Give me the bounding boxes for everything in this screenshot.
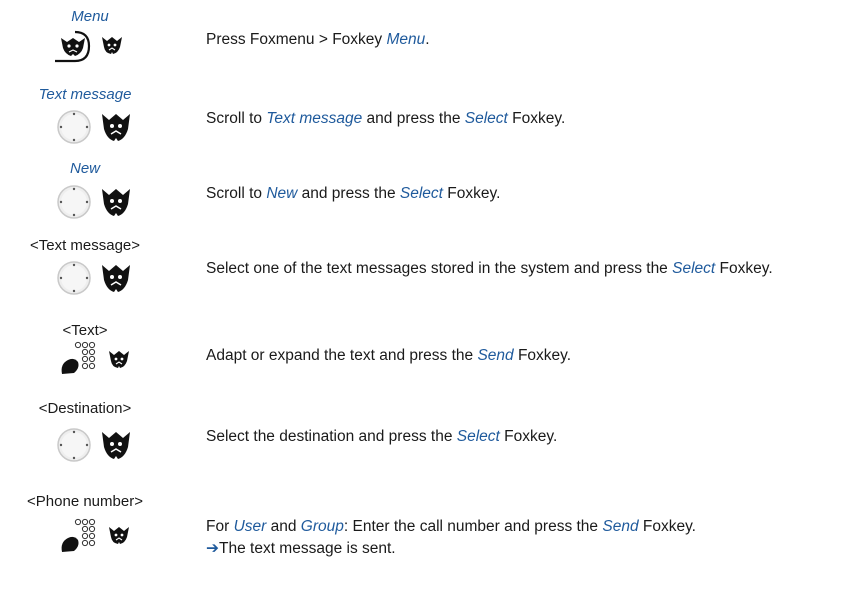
keypad-icon xyxy=(61,341,96,374)
step-label: <Text message> xyxy=(29,237,141,254)
description-text: For xyxy=(206,518,234,535)
highlighted-term: Select xyxy=(456,428,500,445)
highlighted-term: Group xyxy=(300,518,344,535)
step-description: Select the destination and press the Sel… xyxy=(206,426,846,447)
step-description: Scroll to New and press the Select Foxke… xyxy=(206,183,846,204)
description-text: Foxkey. xyxy=(442,185,501,202)
foxkey-icon xyxy=(102,265,130,292)
step-description: For User and Group: Enter the call numbe… xyxy=(206,516,846,537)
step-icons xyxy=(56,258,138,298)
navigation-key-icon xyxy=(57,110,91,144)
foxkey-icon xyxy=(102,37,122,54)
description-text: Foxkey. xyxy=(513,347,572,364)
keypad-icon xyxy=(61,518,96,552)
highlighted-term: Send xyxy=(602,518,639,535)
description-text: Foxkey. xyxy=(507,110,566,127)
description-text: . xyxy=(425,31,430,48)
description-text: : Enter the call number and press the xyxy=(343,518,603,535)
foxkey-icon xyxy=(109,351,129,368)
description-text: Adapt or expand the text and press the xyxy=(206,347,478,364)
foxkey-icon xyxy=(102,189,130,216)
step-label: Text message xyxy=(38,86,132,103)
highlighted-term: Select xyxy=(399,185,443,202)
description-text: Foxkey. xyxy=(499,428,558,445)
foxkey-icon xyxy=(102,432,130,459)
navigation-key-icon xyxy=(57,428,91,462)
description-text: and press the xyxy=(297,185,400,202)
result-text: The text message is sent. xyxy=(219,540,396,557)
highlighted-term: Select xyxy=(464,110,508,127)
highlighted-term: Send xyxy=(477,347,514,364)
step-result: ➔The text message is sent. xyxy=(206,538,846,559)
step-icons xyxy=(60,514,134,554)
foxkey-icon xyxy=(109,527,129,544)
step-label: New xyxy=(69,160,100,177)
step-description: Scroll to Text message and press the Sel… xyxy=(206,108,846,129)
step-icons xyxy=(53,28,133,64)
step-label: <Phone number> xyxy=(27,493,143,510)
description-text: Scroll to xyxy=(206,185,267,202)
description-text: Select the destination and press the xyxy=(206,428,457,445)
step-icons xyxy=(56,107,138,147)
navigation-key-icon xyxy=(57,185,91,219)
step-icons xyxy=(56,182,138,222)
step-icons xyxy=(56,425,138,465)
step-label: <Destination> xyxy=(38,400,132,417)
step-label: <Text> xyxy=(62,322,108,339)
step-description: Press Foxmenu > Foxkey Menu. xyxy=(206,29,846,50)
description-text: Foxkey. xyxy=(715,260,773,277)
highlighted-term: Menu xyxy=(386,31,426,48)
highlighted-term: New xyxy=(266,185,298,202)
foxmenu-key-icon xyxy=(55,30,91,63)
description-text: Scroll to xyxy=(206,110,267,127)
description-text: Select one of the text messages stored i… xyxy=(206,260,673,277)
step-description: Adapt or expand the text and press the S… xyxy=(206,345,846,366)
navigation-key-icon xyxy=(57,261,91,295)
step-icons xyxy=(60,340,134,376)
highlighted-term: User xyxy=(233,518,267,535)
foxkey-icon xyxy=(102,114,130,141)
description-text: Foxkey. xyxy=(638,518,696,535)
description-text: and press the xyxy=(362,110,465,127)
highlighted-term: Text message xyxy=(266,110,363,127)
description-text: Press Foxmenu > Foxkey xyxy=(206,31,387,48)
step-description: Select one of the text messages stored i… xyxy=(206,258,854,279)
highlighted-term: Select xyxy=(672,260,716,277)
description-text: and xyxy=(266,518,301,535)
result-arrow-icon: ➔ xyxy=(206,540,219,557)
step-label: Menu xyxy=(71,8,109,25)
